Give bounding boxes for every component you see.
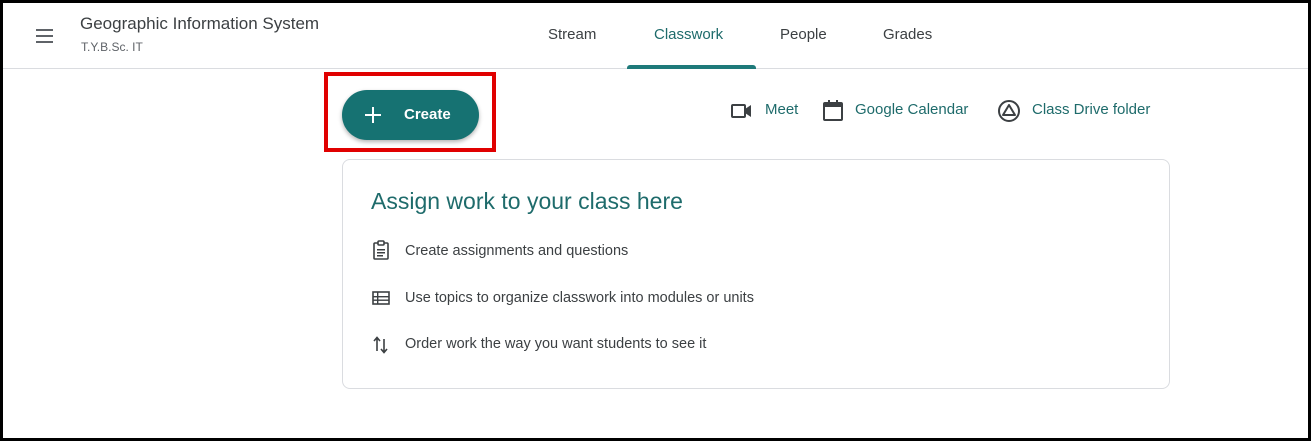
google-calendar-link[interactable]: Google Calendar: [855, 101, 968, 118]
active-tab-indicator: [627, 65, 756, 69]
create-button-label: Create: [404, 106, 451, 123]
classwork-empty-state-card: Assign work to your class here Create as…: [342, 159, 1170, 389]
tip-create-assignments: Create assignments and questions: [405, 243, 629, 259]
tab-grades[interactable]: Grades: [883, 26, 932, 43]
drive-icon[interactable]: [997, 99, 1021, 123]
video-camera-icon[interactable]: [730, 99, 754, 123]
app-frame: Geographic Information System T.Y.B.Sc. …: [0, 0, 1311, 441]
tip-order-work: Order work the way you want students to …: [405, 336, 707, 352]
tip-use-topics: Use topics to organize classwork into mo…: [405, 290, 754, 306]
reorder-arrows-icon: [373, 336, 388, 354]
class-title[interactable]: Geographic Information System: [80, 14, 319, 34]
calendar-icon[interactable]: [821, 99, 845, 123]
card-title: Assign work to your class here: [371, 188, 683, 214]
assignment-icon: [373, 240, 389, 260]
tab-classwork[interactable]: Classwork: [654, 26, 723, 43]
class-subtitle: T.Y.B.Sc. IT: [81, 40, 143, 54]
tab-people[interactable]: People: [780, 26, 827, 43]
hamburger-menu-icon[interactable]: [33, 25, 59, 47]
class-drive-folder-link[interactable]: Class Drive folder: [1032, 101, 1150, 118]
plus-icon: [365, 107, 381, 123]
tab-stream[interactable]: Stream: [548, 26, 596, 43]
top-app-bar: Geographic Information System T.Y.B.Sc. …: [3, 3, 1308, 69]
topic-list-icon: [372, 291, 390, 305]
create-button[interactable]: Create: [342, 90, 479, 140]
meet-link[interactable]: Meet: [765, 101, 798, 118]
